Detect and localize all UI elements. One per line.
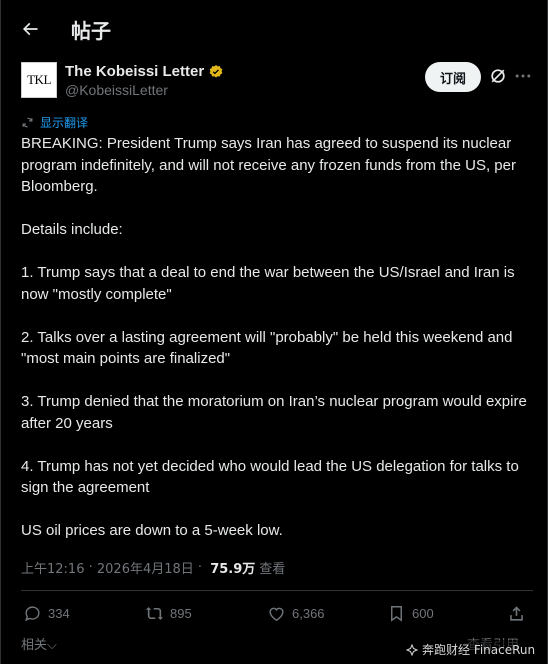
page-title: 帖子 bbox=[71, 19, 111, 43]
translate-row[interactable]: 显示翻译 bbox=[21, 114, 88, 131]
tweet-paragraph: Details include: bbox=[21, 221, 123, 238]
tweet-paragraph: US oil prices are down to a 5-week low. bbox=[21, 522, 283, 539]
translate-icon bbox=[22, 117, 33, 128]
divider bbox=[21, 590, 533, 591]
avatar[interactable]: TKL bbox=[21, 62, 57, 98]
share-icon bbox=[510, 606, 523, 621]
grok-icon[interactable] bbox=[488, 66, 508, 86]
meta-separator: · bbox=[84, 560, 97, 575]
reply-icon bbox=[24, 606, 40, 622]
back-button[interactable] bbox=[13, 12, 47, 46]
share-button[interactable] bbox=[507, 604, 526, 623]
author-handle[interactable]: @KobeissiLetter bbox=[65, 82, 168, 98]
tweet-paragraph: 3. Trump denied that the moratorium on I… bbox=[21, 393, 527, 432]
bookmark-button[interactable]: 600 bbox=[387, 604, 434, 623]
watermark: 奔跑财经 FinaceRun bbox=[403, 640, 539, 659]
post-time[interactable]: 上午12:16 bbox=[21, 558, 84, 577]
arrow-left-icon bbox=[22, 22, 38, 36]
author-name-row[interactable]: The Kobeissi Letter bbox=[65, 63, 224, 80]
engagement-bar: 334 895 6,366 600 bbox=[21, 604, 537, 626]
post-detail-view: 帖子 TKL The Kobeissi Letter @KobeissiLett… bbox=[0, 0, 548, 664]
related-label: 相关 bbox=[21, 638, 48, 653]
tweet-paragraph: 2. Talks over a lasting agreement will "… bbox=[21, 328, 513, 368]
views-count: 75.9万 bbox=[210, 562, 256, 577]
meta-separator: · bbox=[193, 560, 207, 575]
like-button[interactable]: 6,366 bbox=[267, 604, 325, 623]
subscribe-button[interactable]: 订阅 bbox=[425, 62, 481, 92]
watermark-logo-icon bbox=[406, 643, 418, 656]
verified-badge-icon[interactable] bbox=[208, 64, 224, 80]
post-date[interactable]: 2026年4月18日 bbox=[97, 558, 194, 577]
like-count: 6,366 bbox=[292, 606, 325, 621]
tweet-paragraph: 1. Trump says that a deal to end the war… bbox=[21, 264, 515, 303]
bookmark-count: 600 bbox=[412, 606, 434, 621]
tweet-paragraph: BREAKING: President Trump says Iran has … bbox=[21, 135, 516, 195]
author-name[interactable]: The Kobeissi Letter bbox=[65, 63, 204, 80]
more-options-icon[interactable] bbox=[513, 66, 533, 86]
repost-button[interactable]: 895 bbox=[145, 604, 192, 623]
chevron-down-icon: ⌵ bbox=[47, 638, 57, 653]
views-label: 查看 bbox=[259, 562, 286, 577]
related-toggle[interactable]: 相关⌵ bbox=[21, 634, 57, 653]
tweet-text: BREAKING: President Trump says Iran has … bbox=[21, 133, 533, 542]
reply-count: 334 bbox=[48, 606, 70, 621]
repost-count: 895 bbox=[170, 606, 192, 621]
heart-icon bbox=[269, 607, 284, 622]
repost-icon bbox=[145, 607, 164, 620]
show-translation-link[interactable]: 显示翻译 bbox=[40, 114, 88, 131]
bookmark-icon bbox=[391, 606, 402, 622]
tweet-meta: 上午12:16 · 2026年4月18日 · 75.9万 查看 bbox=[21, 558, 285, 577]
page-header: 帖子 bbox=[1, 0, 548, 56]
watermark-text: 奔跑财经 FinaceRun bbox=[422, 643, 536, 657]
tweet-paragraph: 4. Trump has not yet decided who would l… bbox=[21, 457, 519, 497]
reply-button[interactable]: 334 bbox=[23, 604, 70, 623]
